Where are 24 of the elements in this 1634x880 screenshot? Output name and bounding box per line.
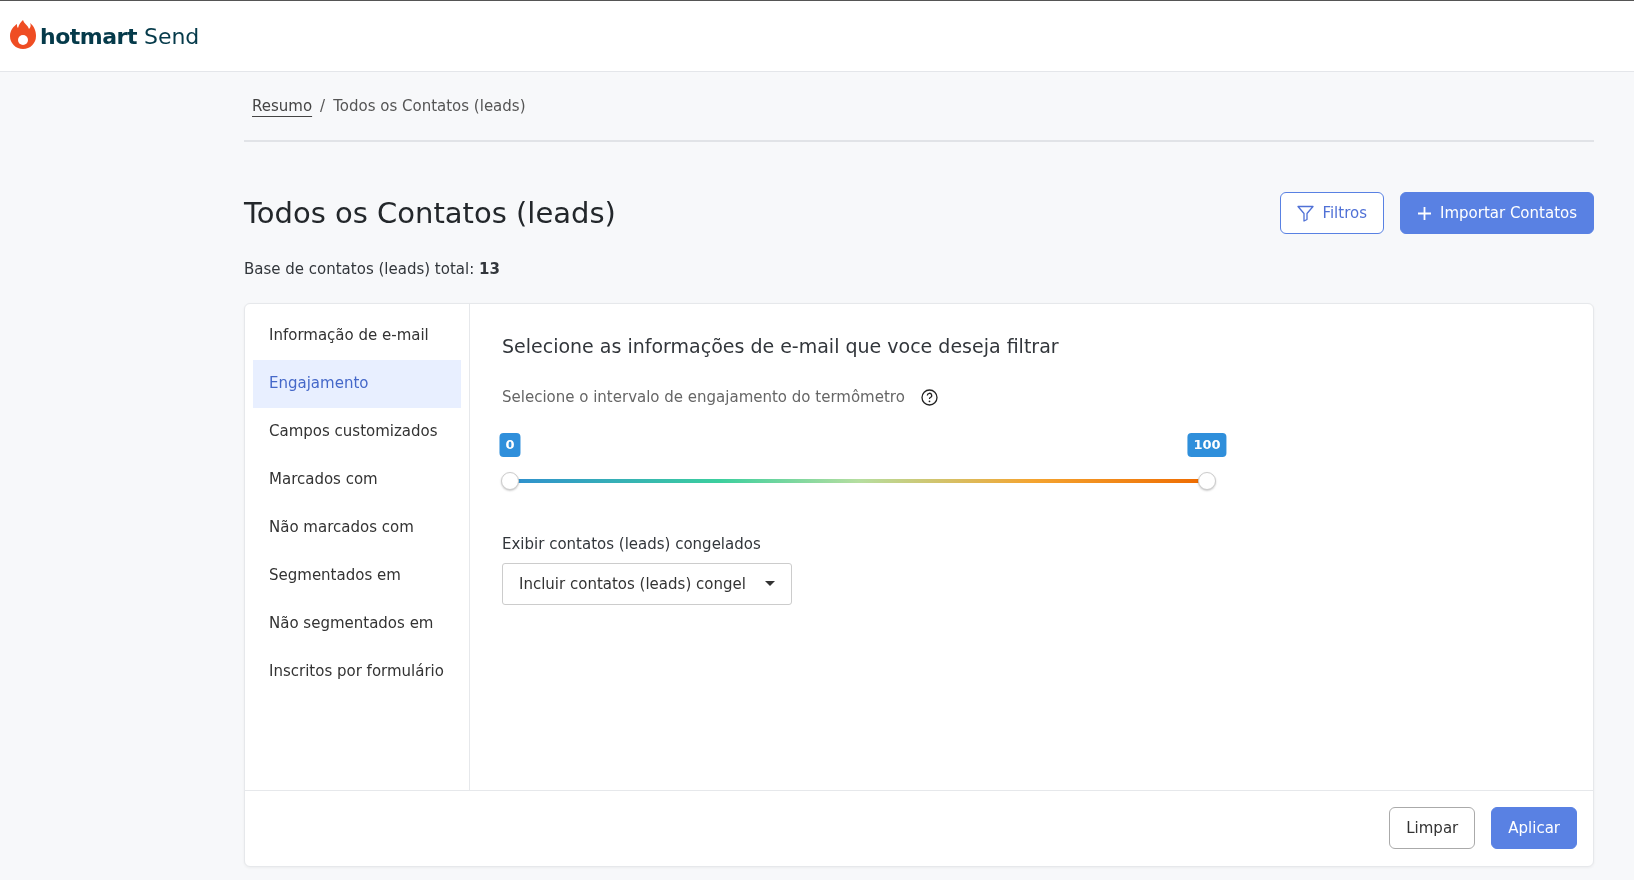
filter-menu-item[interactable]: Não segmentados em <box>253 599 461 648</box>
filter-menu-item[interactable]: Não marcados com <box>253 503 461 552</box>
filter-menu-item[interactable]: Informação de e-mail <box>253 311 461 360</box>
apply-button[interactable]: Aplicar <box>1491 807 1577 849</box>
filter-menu-item[interactable]: Inscritos por formulário <box>253 647 461 696</box>
filter-menu-item[interactable]: Marcados com <box>253 455 461 504</box>
clear-button[interactable]: Limpar <box>1389 807 1476 849</box>
slider-value-tip: 0 <box>499 432 521 457</box>
frozen-label: Exibir contatos (leads) congelados <box>502 533 762 555</box>
import-button[interactable]: Importar Contatos <box>1400 192 1594 234</box>
filters-button[interactable]: Filtros <box>1280 192 1384 234</box>
filter-menu-item[interactable]: Segmentados em <box>253 551 461 600</box>
breadcrumb-separator: / <box>320 95 326 117</box>
filter-menu-item[interactable]: Engajamento <box>253 359 461 408</box>
frozen-select[interactable]: Incluir contatos (leads) congel <box>502 563 792 605</box>
range-label: Selecione o intervalo de engajamento do termômetro <box>502 387 905 408</box>
slider-value-tip: 100 <box>1187 432 1227 457</box>
breadcrumb-current: Todos os Contatos (leads) <box>333 95 526 117</box>
filter-menu-item[interactable]: Campos customizados <box>253 407 461 456</box>
breadcrumb-link[interactable]: Resumo <box>252 94 313 118</box>
contacts-total: Base de contatos (leads) total: 13 <box>244 259 501 280</box>
logo-text: hotmart Send <box>40 22 200 51</box>
panel-heading: Selecione as informações de e-mail que voce deseja filtrar <box>502 333 1060 359</box>
page-title: Todos os Contatos (leads) <box>244 195 616 231</box>
